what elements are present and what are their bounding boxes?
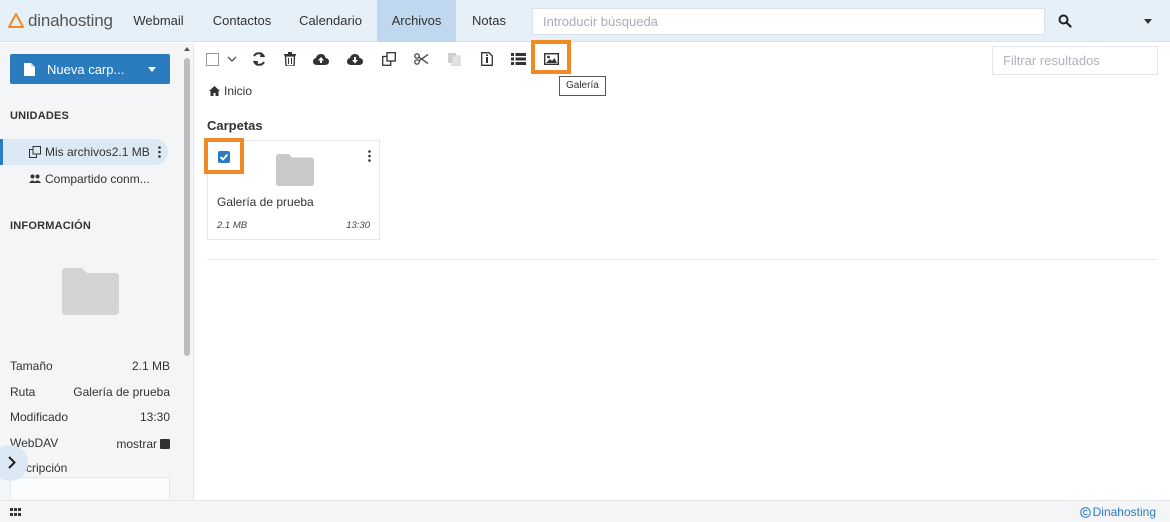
sidebar-scrollbar[interactable]: [180, 43, 194, 500]
info-row-path: Ruta Galería de prueba: [10, 385, 170, 401]
brand-logo[interactable]: dinahosting: [8, 11, 113, 31]
cut-icon[interactable]: [413, 51, 429, 67]
copyright-link[interactable]: Dinahosting: [1079, 505, 1156, 519]
sidebar: Nueva carp... UNIDADES Mis archivos 2.1 …: [0, 43, 180, 500]
description-field[interactable]: [10, 477, 170, 499]
folder-icon: [276, 154, 314, 186]
folder-time: 13:30: [346, 220, 370, 231]
chevron-down-icon[interactable]: [148, 67, 156, 72]
search-box: [532, 8, 1045, 35]
info-label: Tamaño: [10, 359, 53, 373]
drive-compartido[interactable]: Compartido conm...: [0, 166, 150, 192]
copy-icon[interactable]: [381, 51, 397, 67]
nav-calendario[interactable]: Calendario: [284, 0, 377, 42]
select-all-checkbox[interactable]: [206, 53, 219, 66]
search-input[interactable]: [533, 9, 1044, 34]
nav-contactos[interactable]: Contactos: [200, 0, 284, 42]
breadcrumb-home[interactable]: Inicio: [224, 84, 252, 98]
webdav-link-label: mostrar: [116, 437, 157, 451]
drive-mis-archivos[interactable]: Mis archivos 2.1 MB: [0, 139, 168, 165]
search-icon[interactable]: [1058, 14, 1072, 28]
kebab-menu-icon[interactable]: [368, 150, 371, 162]
list-view-icon[interactable]: [510, 51, 526, 67]
drive-label: Mis archivos: [45, 145, 112, 159]
gallery-button-highlight: [531, 40, 571, 74]
scroll-up-arrow-icon[interactable]: [184, 47, 190, 51]
document-icon: [24, 62, 35, 76]
new-folder-label: Nueva carp...: [47, 61, 125, 77]
webdav-show-link[interactable]: mostrar: [116, 436, 170, 452]
scrollbar-thumb[interactable]: [184, 58, 190, 356]
home-icon: [209, 86, 220, 96]
folder-name: Galería de prueba: [217, 195, 314, 209]
folder-size: 2.1 MB: [217, 220, 248, 231]
drive-size: 2.1 MB: [111, 145, 150, 159]
drive-label: Compartido conm...: [45, 172, 150, 186]
refresh-icon[interactable]: [251, 51, 267, 67]
info-row-size: Tamaño 2.1 MB: [10, 359, 170, 375]
nav-archivos[interactable]: Archivos: [377, 0, 456, 42]
apps-grid-icon[interactable]: [10, 508, 21, 516]
info-row-modified: Modificado 13:30: [10, 410, 170, 426]
breadcrumb[interactable]: Inicio: [209, 84, 252, 98]
units-heading: UNIDADES: [10, 110, 70, 122]
content-divider: [207, 259, 1157, 260]
user-menu-chevron-down-icon[interactable]: [1144, 19, 1152, 24]
gallery-tooltip: Galería: [559, 76, 606, 96]
file-info-icon[interactable]: [479, 51, 495, 67]
filter-input[interactable]: [993, 47, 1157, 74]
info-row-description: scripción: [10, 461, 170, 477]
chevron-down-icon[interactable]: [227, 56, 237, 63]
drive-icon: [29, 146, 41, 158]
cloud-download-icon[interactable]: [347, 51, 363, 67]
paste-icon: [446, 51, 462, 67]
copyright-icon: [1079, 506, 1091, 518]
info-value: 13:30: [139, 410, 170, 424]
filter-box: [992, 46, 1158, 75]
kebab-menu-icon[interactable]: [158, 146, 161, 158]
trash-icon[interactable]: [282, 51, 298, 67]
info-row-webdav: WebDAV mostrar: [10, 436, 170, 452]
dinahosting-logo-icon: [8, 13, 24, 28]
chevron-right-icon: [8, 456, 16, 469]
nav-webmail[interactable]: Webmail: [117, 0, 200, 42]
section-title: Carpetas: [207, 118, 263, 133]
new-folder-button[interactable]: Nueva carp...: [10, 54, 170, 84]
folder-preview-icon: [62, 268, 119, 315]
checkbox-highlight: [204, 138, 244, 174]
info-value: Galería de prueba: [73, 385, 170, 399]
info-label: Modificado: [10, 410, 69, 424]
info-label: Ruta: [10, 385, 36, 399]
cloud-upload-icon[interactable]: [313, 51, 329, 67]
nav-notas[interactable]: Notas: [456, 0, 522, 42]
users-icon: [29, 174, 41, 183]
info-value: 2.1 MB: [131, 359, 170, 373]
footer: Dinahosting: [0, 500, 1170, 522]
top-navbar: dinahosting Webmail Contactos Calendario…: [0, 0, 1170, 42]
external-link-icon: [160, 439, 170, 449]
brand-name: dinahosting: [28, 11, 113, 30]
info-heading: INFORMACIÓN: [10, 220, 92, 232]
copyright-text: Dinahosting: [1092, 505, 1156, 519]
